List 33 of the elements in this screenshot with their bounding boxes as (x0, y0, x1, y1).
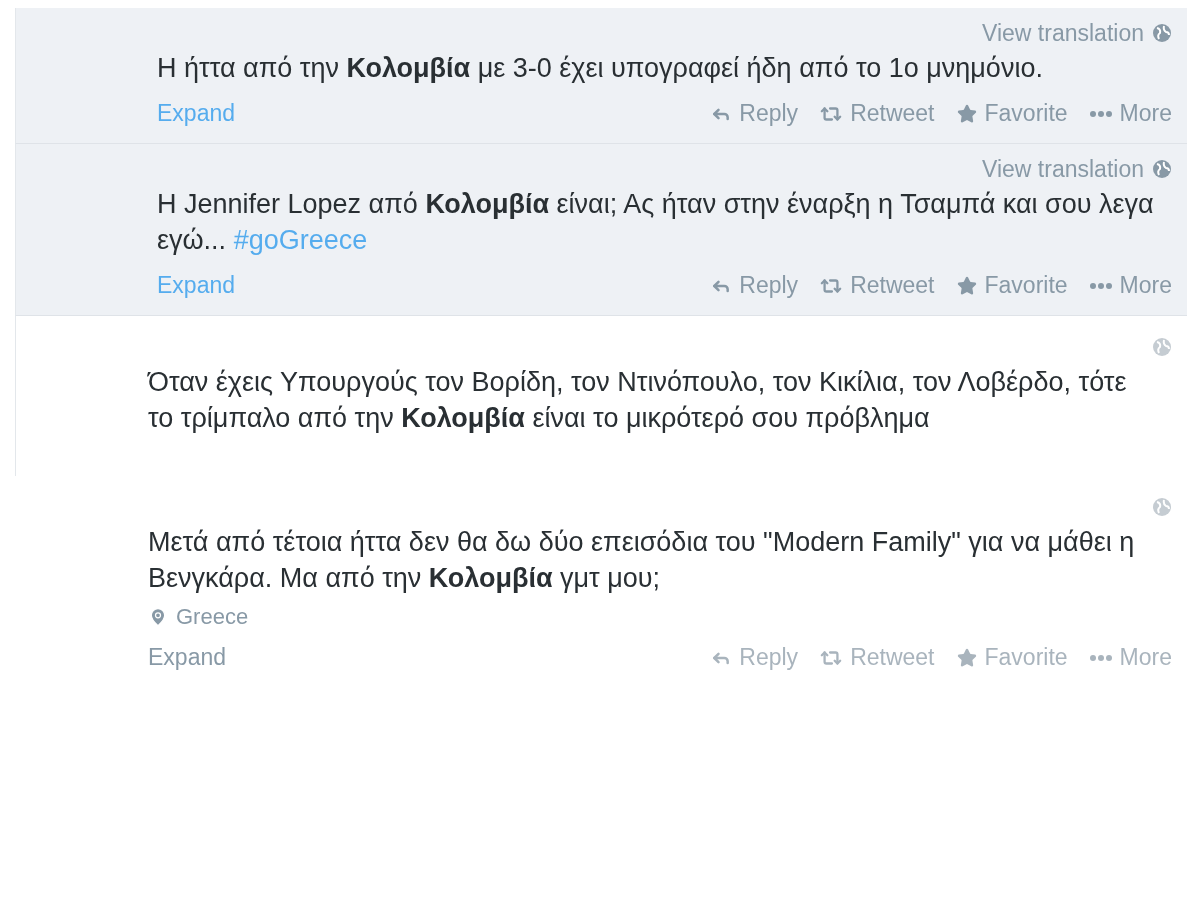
tweet-text: Η ήττα από την Κολομβία με 3-0 έχει υπογραφεί ήδη από το 1ο μνημόνιο. (157, 52, 1044, 85)
tweet-action-button[interactable]: Reply (711, 272, 799, 299)
tweet-text: Η Jennifer Lopez από Κολομβία είναι; Ας ήταν στην έναρξη η Τσαμπά και σου λεγα εγώ... #goGreece (157, 188, 1155, 257)
tweet-action-button[interactable]: Favorite (956, 644, 1068, 671)
more-icon (1089, 110, 1112, 117)
more-icon (1089, 282, 1112, 289)
tweet-action-button[interactable]: Favorite (956, 100, 1068, 127)
globe-icon (1152, 159, 1172, 179)
globe-icon (1152, 497, 1172, 517)
location-text: Greece (176, 604, 249, 630)
more-icon (1089, 654, 1112, 661)
tweet-text: Όταν έχεις Υπουργούς τον Βορίδη, τον Ντινόπουλο, τον Κικίλια, τον Λοβέρδο, τότε το τρίμπαλο από την Κολομβία είναι το μικρότερό σου πρόβλημα (148, 366, 1128, 435)
star-icon (956, 275, 977, 296)
tweet-action-button[interactable]: Reply (711, 100, 799, 127)
hashtag-link[interactable]: #goGreece (233, 225, 368, 255)
globe-icon (1152, 23, 1172, 43)
tweet-action-button[interactable]: Retweet (820, 100, 935, 127)
star-icon (956, 647, 977, 668)
tweet-action-button[interactable]: Favorite (956, 272, 1068, 299)
view-translation-link[interactable]: View translation (982, 19, 1144, 47)
view-translation-link[interactable]: View translation (982, 155, 1144, 183)
tweet-text: Μετά από τέτοια ήττα δεν θα δω δύο επεισόδια του "Modern Family" για να μάθει η Βενγκάρα. Μα από την Κολομβία γμτ μου; (148, 526, 1136, 595)
star-icon (956, 103, 977, 124)
expand-link[interactable]: Expand (157, 100, 235, 127)
tweet-action-button[interactable]: Reply (711, 644, 799, 671)
tweet-action-button[interactable]: More (1089, 644, 1172, 671)
expand-link[interactable]: Expand (157, 272, 235, 299)
globe-icon (1152, 337, 1172, 357)
tweet-action-button[interactable]: More (1089, 272, 1172, 299)
tweet-action-button[interactable]: Retweet (820, 644, 935, 671)
tweet-action-button[interactable]: Retweet (820, 272, 935, 299)
expand-link[interactable]: Expand (148, 644, 226, 671)
tweet-action-button[interactable]: More (1089, 100, 1172, 127)
